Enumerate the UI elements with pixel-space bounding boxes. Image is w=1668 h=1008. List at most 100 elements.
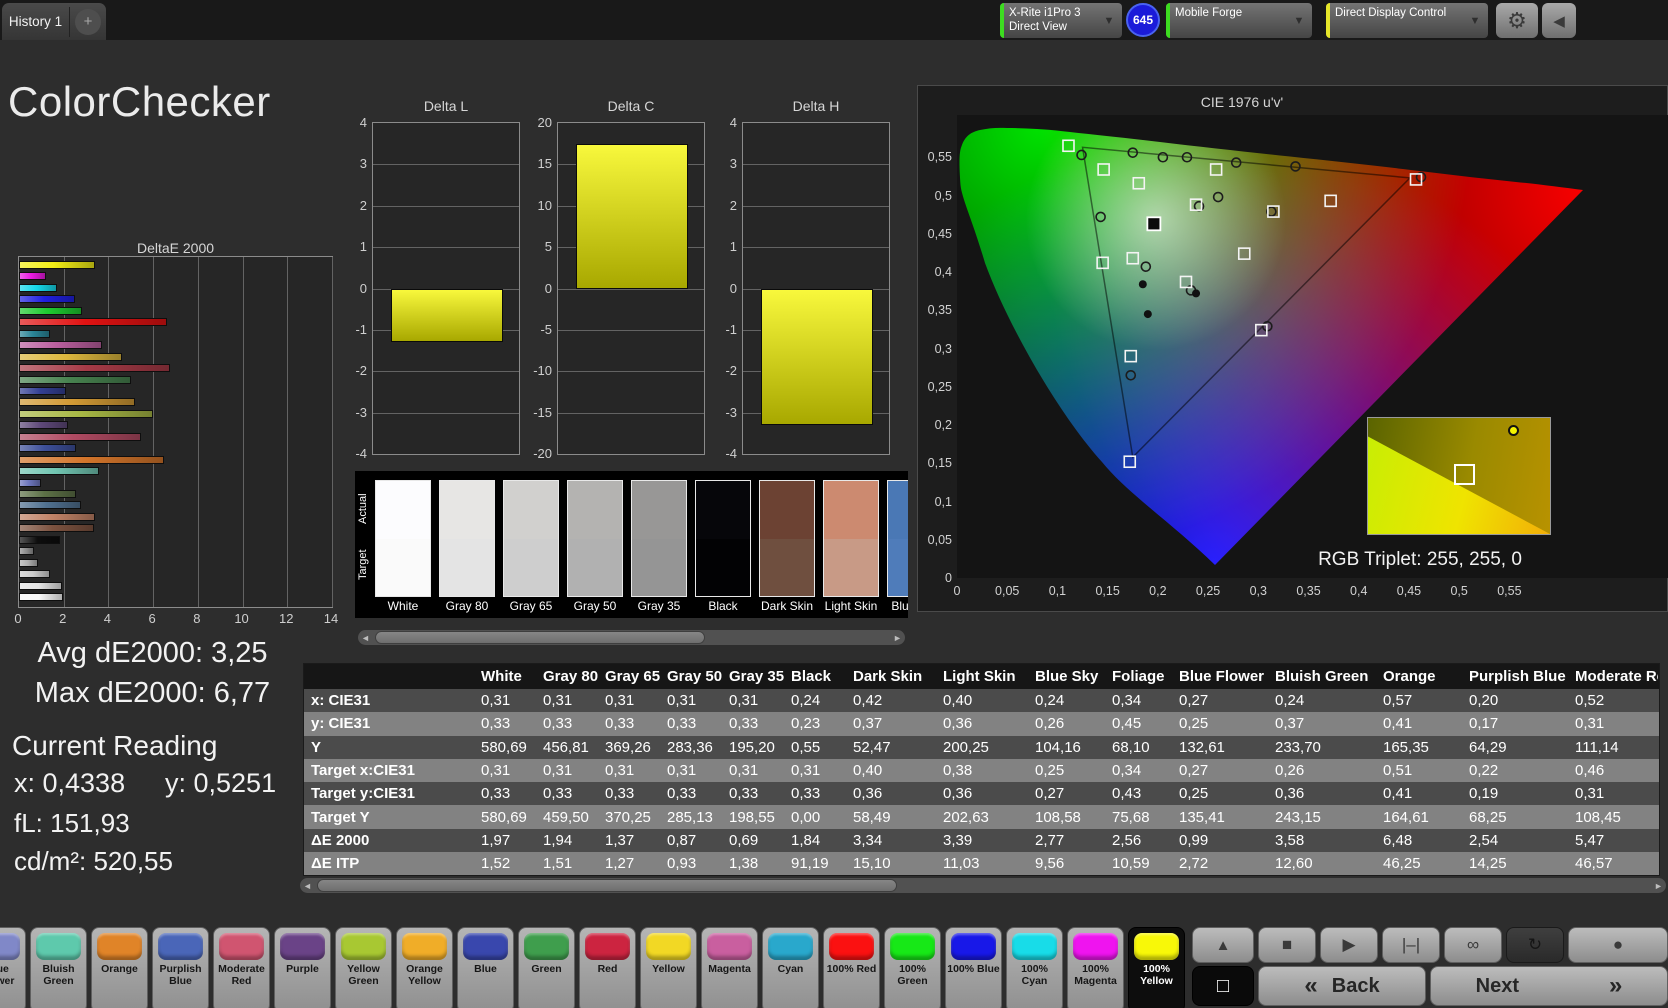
patch-button-red[interactable]: Red xyxy=(579,927,636,1008)
table-row: ΔE 20001,971,941,370,870,691,843,343,392… xyxy=(304,829,1659,852)
meter-dropdown[interactable]: X-Rite i1Pro 3 Direct View ▼ xyxy=(1000,3,1122,38)
patch-button-cyan[interactable]: Cyan xyxy=(762,927,819,1008)
table-scrollbar[interactable]: ◄ ► xyxy=(300,878,1666,893)
bar-gray-50 xyxy=(19,559,38,567)
tab-history-1[interactable]: History 1 xyxy=(2,14,69,29)
play-button[interactable]: ▶ xyxy=(1320,927,1378,963)
table-value: 1,97 xyxy=(474,832,536,849)
patch-button-100-blue[interactable]: 100% Blue xyxy=(945,927,1002,1008)
table-value: 0,93 xyxy=(660,855,722,872)
swatch-target xyxy=(504,539,558,597)
table-value: 0,26 xyxy=(1028,715,1105,732)
reading-fl: fL: 151,93 xyxy=(14,808,130,839)
swatch-actual xyxy=(568,481,622,539)
scroll-right-icon[interactable]: ► xyxy=(890,630,905,645)
gridline xyxy=(558,289,704,290)
record-button[interactable]: ● xyxy=(1568,927,1668,963)
patch-button-yellow[interactable]: Yellow xyxy=(640,927,697,1008)
y-tick-label: -1 xyxy=(337,322,367,337)
patch-button-bluish-green[interactable]: Bluish Green xyxy=(30,927,87,1008)
swatch-gray-50 xyxy=(567,480,623,597)
patch-button-label: 100% Magenta xyxy=(1069,964,1122,987)
patch-button-100-yellow[interactable]: 100% Yellow xyxy=(1128,927,1185,1008)
chevron-down-icon[interactable]: ▼ xyxy=(1466,12,1484,30)
patch-button-label: 100% Red xyxy=(825,964,878,976)
back-button[interactable]: « Back xyxy=(1258,966,1426,1006)
table-value: 0,00 xyxy=(784,809,846,826)
inset-measure-square xyxy=(1454,464,1475,485)
patch-button-purplish-blue[interactable]: Purplish Blue xyxy=(152,927,209,1008)
settings-button[interactable]: ⚙ xyxy=(1496,3,1538,38)
next-button[interactable]: Next » xyxy=(1430,966,1668,1006)
y-tick-label: 15 xyxy=(522,156,552,171)
patch-button-100-magenta[interactable]: 100% Magenta xyxy=(1067,927,1124,1008)
table-value: 198,55 xyxy=(722,809,784,826)
swatch-dark-skin xyxy=(759,480,815,597)
patch-button-yellow-green[interactable]: Yellow Green xyxy=(335,927,392,1008)
scroll-left-icon[interactable]: ◄ xyxy=(300,878,315,893)
table-value: 0,31 xyxy=(1568,785,1658,802)
table-value: 195,20 xyxy=(722,739,784,756)
patch-button-blue[interactable]: Blue xyxy=(457,927,514,1008)
bar-100-green xyxy=(19,307,82,315)
column-header-dark-skin: Dark Skin xyxy=(846,668,936,685)
patch-color-chip xyxy=(1012,933,1057,960)
row-label: y: CIE31 xyxy=(304,715,474,732)
y-tick-label: -1 xyxy=(707,322,737,337)
patch-button-orange-yellow[interactable]: Orange Yellow xyxy=(396,927,453,1008)
avg-de2000: Avg dE2000: 3,25 xyxy=(20,637,285,670)
row-label: Target y:CIE31 xyxy=(304,785,474,802)
patch-button-green[interactable]: Green xyxy=(518,927,575,1008)
workflow-name: Direct Display Control xyxy=(1335,7,1446,19)
source-dropdown[interactable]: Mobile Forge ▼ xyxy=(1166,3,1312,38)
y-tick-label: -20 xyxy=(522,446,552,461)
pattern-size-button[interactable]: |–| xyxy=(1382,927,1440,963)
scroll-right-icon[interactable]: ► xyxy=(1651,878,1666,893)
column-header-gray-50: Gray 50 xyxy=(660,668,722,685)
workflow-dropdown[interactable]: Direct Display Control ▼ xyxy=(1326,3,1488,38)
patch-button-100-green[interactable]: 100% Green xyxy=(884,927,941,1008)
patch-button-100-cyan[interactable]: 100% Cyan xyxy=(1006,927,1063,1008)
table-value: 0,31 xyxy=(598,692,660,709)
collapse-panel-button[interactable]: ◀ xyxy=(1542,3,1576,38)
chevron-down-icon[interactable]: ▼ xyxy=(1100,12,1118,30)
chevron-down-icon[interactable]: ▼ xyxy=(1290,12,1308,30)
table-value: 0,52 xyxy=(1568,692,1658,709)
table-value: 200,25 xyxy=(936,739,1028,756)
table-value: 580,69 xyxy=(474,809,536,826)
patch-button-magenta[interactable]: Magenta xyxy=(701,927,758,1008)
add-tab-button[interactable]: + xyxy=(75,9,101,35)
cie-x-tick-label: 0,15 xyxy=(1088,584,1128,598)
swatch-scrollbar[interactable]: ◄ ► xyxy=(358,630,905,645)
swatch-target xyxy=(568,539,622,597)
chevrons-left-icon: « xyxy=(1304,972,1317,1000)
swatch-label: Gray 65 xyxy=(503,599,559,613)
x-tick-label: 2 xyxy=(46,611,80,626)
pattern-window-button[interactable]: □ xyxy=(1192,966,1254,1006)
record-icon: ● xyxy=(1613,935,1623,955)
swatch-scrollbar-thumb[interactable] xyxy=(375,631,705,644)
table-scrollbar-thumb[interactable] xyxy=(317,879,897,892)
table-value: 459,50 xyxy=(536,809,598,826)
column-header-gray-80: Gray 80 xyxy=(536,668,598,685)
table-value: 14,25 xyxy=(1462,855,1568,872)
patch-button-label: Purple xyxy=(276,964,329,976)
swatch-actual xyxy=(760,481,814,539)
patch-button-blue-flower[interactable]: Blue Flower xyxy=(0,927,26,1008)
table-value: 0,55 xyxy=(784,739,846,756)
bar-100-blue xyxy=(19,295,75,303)
patch-color-chip xyxy=(0,933,20,960)
patch-color-chip xyxy=(36,933,81,960)
table-value: 111,14 xyxy=(1568,739,1658,756)
scroll-up-button[interactable]: ▲ xyxy=(1192,927,1254,963)
scroll-left-icon[interactable]: ◄ xyxy=(358,630,373,645)
patch-button-purple[interactable]: Purple xyxy=(274,927,331,1008)
patch-button-orange[interactable]: Orange xyxy=(91,927,148,1008)
y-tick-label: 4 xyxy=(337,115,367,130)
patch-button-moderate-red[interactable]: Moderate Red xyxy=(213,927,270,1008)
table-header-row: WhiteGray 80Gray 65Gray 50Gray 35BlackDa… xyxy=(304,664,1659,689)
stop-button[interactable]: ■ xyxy=(1258,927,1316,963)
refresh-button[interactable]: ↻ xyxy=(1506,927,1564,963)
continuous-measure-button[interactable]: ∞ xyxy=(1444,927,1502,963)
patch-button-100-red[interactable]: 100% Red xyxy=(823,927,880,1008)
